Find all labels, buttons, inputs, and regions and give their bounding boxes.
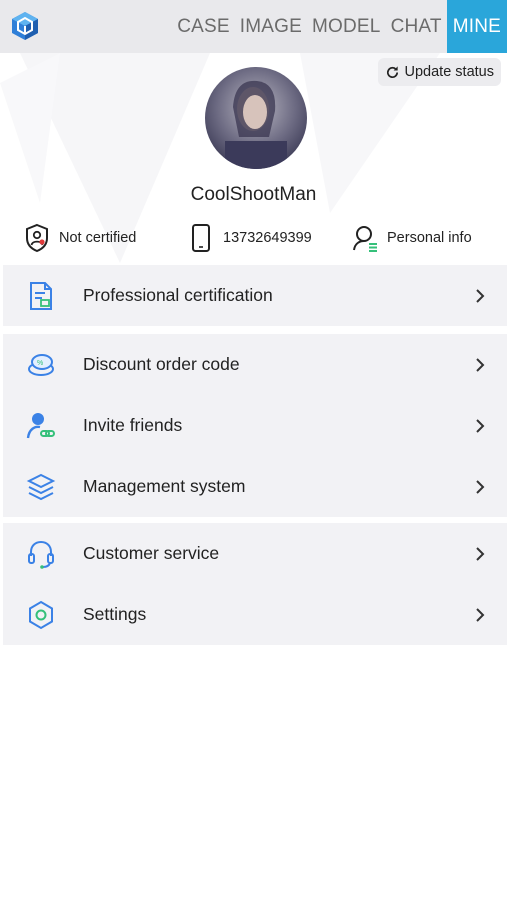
chevron-right-icon bbox=[476, 357, 485, 372]
menu-group-certification: Professional certification bbox=[3, 265, 507, 326]
username: CoolShootMan bbox=[190, 184, 317, 205]
phone-number: 13732649399 bbox=[188, 221, 312, 255]
refresh-icon bbox=[386, 65, 398, 78]
chevron-right-icon bbox=[476, 418, 485, 433]
chevron-right-icon bbox=[476, 607, 485, 622]
nav-tabs: CASE IMAGE MODEL CHAT MINE bbox=[172, 0, 507, 53]
profile-info-row: Not certified 13732649399 Personal info bbox=[0, 221, 507, 255]
chevron-right-icon bbox=[476, 288, 485, 303]
profile-section: Update status CoolShootMan Not certified bbox=[0, 53, 507, 263]
top-navigation-bar: CASE IMAGE MODEL CHAT MINE bbox=[0, 0, 507, 53]
menu-item-management-system[interactable]: Management system bbox=[3, 456, 507, 517]
headset-icon bbox=[28, 540, 54, 569]
invite-friends-icon bbox=[26, 412, 55, 438]
menu-item-settings[interactable]: Settings bbox=[3, 584, 507, 645]
personal-info-label: Personal info bbox=[387, 230, 472, 246]
tab-case[interactable]: CASE bbox=[172, 0, 235, 53]
menu-group-support: Customer service Settings bbox=[3, 523, 507, 645]
menu-label-management-system: Management system bbox=[83, 476, 246, 496]
menu-label-discount-order-code: Discount order code bbox=[83, 354, 240, 374]
phone-number-text: 13732649399 bbox=[223, 230, 312, 246]
app-logo-icon[interactable] bbox=[9, 10, 41, 42]
chevron-right-icon bbox=[476, 546, 485, 561]
phone-icon bbox=[192, 224, 210, 252]
menu-label-invite-friends: Invite friends bbox=[83, 415, 183, 435]
menu-item-customer-service[interactable]: Customer service bbox=[3, 523, 507, 584]
menu-item-professional-certification[interactable]: Professional certification bbox=[3, 265, 507, 326]
menu-label-settings: Settings bbox=[83, 604, 147, 624]
chevron-right-icon bbox=[476, 479, 485, 494]
avatar[interactable] bbox=[205, 67, 307, 169]
menu-group-tools: % Discount order code Invite friends Man… bbox=[3, 334, 507, 517]
discount-ticket-icon: % bbox=[28, 353, 54, 376]
certificate-document-icon bbox=[30, 281, 52, 310]
certification-status-text: Not certified bbox=[59, 230, 137, 246]
certification-status[interactable]: Not certified bbox=[24, 221, 136, 255]
update-status-label: Update status bbox=[404, 64, 494, 80]
tab-chat[interactable]: CHAT bbox=[386, 0, 447, 53]
menu-item-invite-friends[interactable]: Invite friends bbox=[3, 395, 507, 456]
menu-item-discount-order-code[interactable]: % Discount order code bbox=[3, 334, 507, 395]
menu-label-professional-certification: Professional certification bbox=[83, 285, 273, 305]
personal-info-link[interactable]: Personal info bbox=[352, 221, 472, 255]
layers-icon bbox=[26, 473, 56, 500]
tab-model[interactable]: MODEL bbox=[307, 0, 386, 53]
svg-text:%: % bbox=[37, 360, 43, 367]
menu-label-customer-service: Customer service bbox=[83, 543, 220, 563]
settings-hexagon-icon bbox=[29, 600, 53, 629]
user-profile-icon bbox=[353, 226, 377, 252]
tab-image[interactable]: IMAGE bbox=[235, 0, 307, 53]
update-status-button[interactable]: Update status bbox=[377, 58, 501, 86]
shield-user-icon bbox=[26, 223, 48, 253]
tab-mine[interactable]: MINE bbox=[446, 0, 507, 53]
